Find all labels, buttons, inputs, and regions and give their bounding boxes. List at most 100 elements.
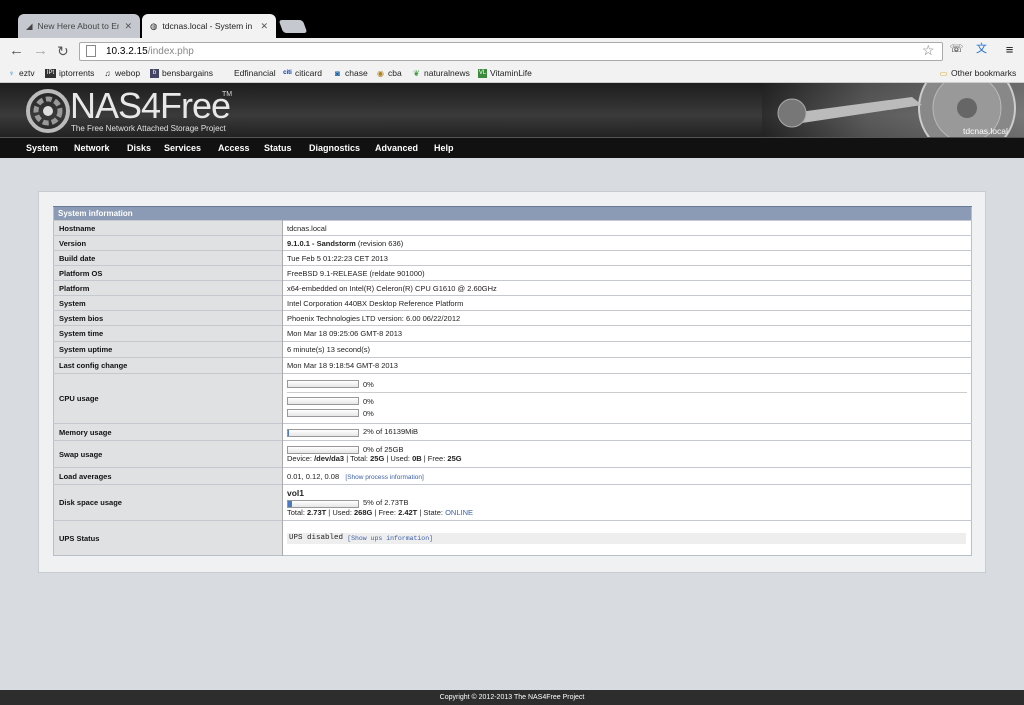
page-favicon-icon: ◢	[26, 20, 33, 31]
tab-tdcnas[interactable]: ◍ tdcnas.local - System in ✕	[142, 14, 276, 38]
nas4free-header: NAS4Free TM The Free Network Attached St…	[0, 83, 1024, 137]
chase-icon: ◙	[335, 68, 340, 78]
bookmark-cba[interactable]: ◉ cba	[376, 68, 402, 78]
table-row: Swap usage 0% of 25GB Device: /dev/da3 |…	[53, 440, 972, 468]
vl-icon: VL	[478, 68, 487, 78]
table-row: CPU usage 0% 0% 0%	[53, 373, 972, 424]
row-label: System time	[53, 325, 283, 342]
ipt-icon: IPt	[45, 68, 56, 78]
tab-title: tdcnas.local - System in	[162, 21, 253, 31]
build-date-value: Tue Feb 5 01:22:23 CET 2013	[282, 250, 972, 266]
cpu-total-value: 0%	[363, 379, 374, 389]
menu-system[interactable]: System	[26, 143, 58, 153]
menu-icon[interactable]: ≡	[1002, 42, 1017, 57]
bookmark-label: bensbargains	[162, 68, 214, 78]
address-bar[interactable]: 10.3.2.15/index.php	[79, 42, 943, 61]
nas-favicon-icon: ◍	[150, 20, 158, 31]
row-label: Build date	[53, 250, 283, 266]
table-row: System time Mon Mar 18 09:25:06 GMT-8 201…	[53, 325, 972, 342]
page-viewport: NAS4Free TM The Free Network Attached St…	[0, 83, 1024, 690]
disk-total-label: Total:	[287, 507, 308, 517]
ups-value: UPS disabled	[289, 534, 344, 542]
bookmark-chase[interactable]: ◙ chase	[333, 68, 368, 78]
show-ups-info-link[interactable]: [Show ups information]	[347, 535, 433, 542]
bookmark-star-icon[interactable]: ☆	[922, 42, 935, 59]
bookmark-vitaminlife[interactable]: VL VitaminLife	[478, 68, 532, 78]
swap-used: 0B	[412, 454, 422, 463]
bookmarks-bar: ♆ eztv IPt iptorrents ♫ webop b bensbargains…	[0, 65, 1024, 83]
bookmark-citicard[interactable]: citi citicard	[283, 68, 322, 78]
bookmark-label: Other bookmarks	[951, 68, 1017, 78]
table-row: System uptime 6 minute(s) 13 second(s)	[53, 341, 972, 358]
disk-total: 2.73T	[307, 507, 327, 517]
new-tab-button[interactable]	[278, 20, 308, 33]
system-time-value: Mon Mar 18 09:25:06 GMT-8 2013	[282, 325, 972, 342]
table-row: UPS Status UPS disabled [Show ups inform…	[53, 520, 972, 556]
table-row: Build date Tue Feb 5 01:22:23 CET 2013	[53, 250, 972, 266]
memory-usage-cell: 2% of 16139MiB	[282, 423, 972, 441]
system-information-table: System information Hostname tdcnas.local …	[53, 206, 972, 556]
memory-bar	[287, 428, 359, 437]
tab-new-here[interactable]: ◢ New Here About to Emb ✕	[18, 14, 140, 38]
forward-arrow-icon[interactable]: →	[33, 42, 48, 60]
bookmark-edfinancial[interactable]: Edfinancial	[234, 68, 276, 78]
bookmark-eztv[interactable]: ♆ eztv	[7, 68, 35, 78]
swap-total: 25G	[370, 454, 385, 463]
back-arrow-icon[interactable]: ←	[9, 42, 24, 60]
load-value: 0.01, 0.12, 0.08	[287, 471, 340, 481]
menu-advanced[interactable]: Advanced	[375, 143, 418, 153]
uptime-value: 6 minute(s) 13 second(s)	[282, 341, 972, 358]
other-bookmarks[interactable]: ▭ Other bookmarks	[939, 68, 1016, 78]
logo-text: NAS4Free	[70, 85, 231, 126]
cpu-total-bar	[287, 380, 359, 388]
tagline: The Free Network Attached Storage Projec…	[71, 124, 226, 133]
row-label: Memory usage	[53, 423, 283, 441]
menu-services[interactable]: Services	[164, 143, 201, 153]
close-tab-icon[interactable]: ✕	[124, 21, 132, 32]
bookmark-label: naturalnews	[424, 68, 470, 78]
bookmark-iptorrents[interactable]: IPt iptorrents	[45, 68, 94, 78]
table-row: Disk space usage vol1 5% of 2.73TB Total…	[53, 484, 972, 521]
bar-fill	[288, 429, 290, 436]
table-row: Load averages 0.01, 0.12, 0.08 [Show pro…	[53, 467, 972, 485]
ups-status-cell: UPS disabled [Show ups information]	[282, 520, 972, 556]
bookmark-bensbargains[interactable]: b bensbargains	[150, 68, 213, 78]
menu-access[interactable]: Access	[218, 143, 250, 153]
version-revision: (revision 636)	[355, 238, 404, 248]
cpu-usage-cell: 0% 0% 0%	[282, 373, 972, 424]
row-label: Platform OS	[53, 265, 283, 281]
bookmark-webop[interactable]: ♫ webop	[103, 68, 141, 78]
menu-network[interactable]: Network	[74, 143, 110, 153]
menu-status[interactable]: Status	[264, 143, 292, 153]
row-label: Platform	[53, 280, 283, 296]
disk-state-link[interactable]: ONLINE	[445, 508, 473, 517]
table-row: Last config change Mon Mar 18 9:18:54 GMT…	[53, 357, 972, 374]
cba-icon: ◉	[377, 68, 384, 78]
menu-disks[interactable]: Disks	[127, 143, 151, 153]
url-path: /index.php	[147, 46, 194, 57]
menu-diagnostics[interactable]: Diagnostics	[309, 143, 360, 153]
table-row: Platform x64-embedded on Intel(R) Celeron…	[53, 280, 972, 296]
bookmark-naturalnews[interactable]: ❦ naturalnews	[412, 68, 470, 78]
reload-icon[interactable]: ↻	[57, 42, 69, 60]
show-process-info-link[interactable]: [Show process information]	[345, 474, 423, 481]
close-tab-icon[interactable]: ✕	[260, 21, 268, 32]
swap-free-label: | Free:	[421, 454, 448, 463]
table-title: System information	[53, 206, 972, 221]
leaf-icon: ❦	[413, 68, 420, 78]
hostname-value: tdcnas.local	[282, 220, 972, 236]
cpu-core0-value: 0%	[363, 396, 374, 406]
bookmark-label: citicard	[295, 68, 322, 78]
bookmark-label: chase	[345, 68, 368, 78]
version-name: 9.1.0.1 - Sandstorm	[287, 238, 356, 248]
swap-total-label: | Total:	[344, 454, 371, 463]
menu-help[interactable]: Help	[434, 143, 454, 153]
disk-bar	[287, 499, 359, 508]
header-hostname: tdcnas.local	[963, 126, 1008, 136]
extension-icon[interactable]: ☏	[949, 42, 964, 57]
citi-icon: citi	[283, 69, 292, 76]
translate-icon[interactable]: 文	[974, 42, 989, 57]
cpu-core0-bar	[287, 397, 359, 405]
swap-device-label: Device:	[287, 454, 315, 463]
disk-used-label: | Used:	[326, 507, 354, 517]
